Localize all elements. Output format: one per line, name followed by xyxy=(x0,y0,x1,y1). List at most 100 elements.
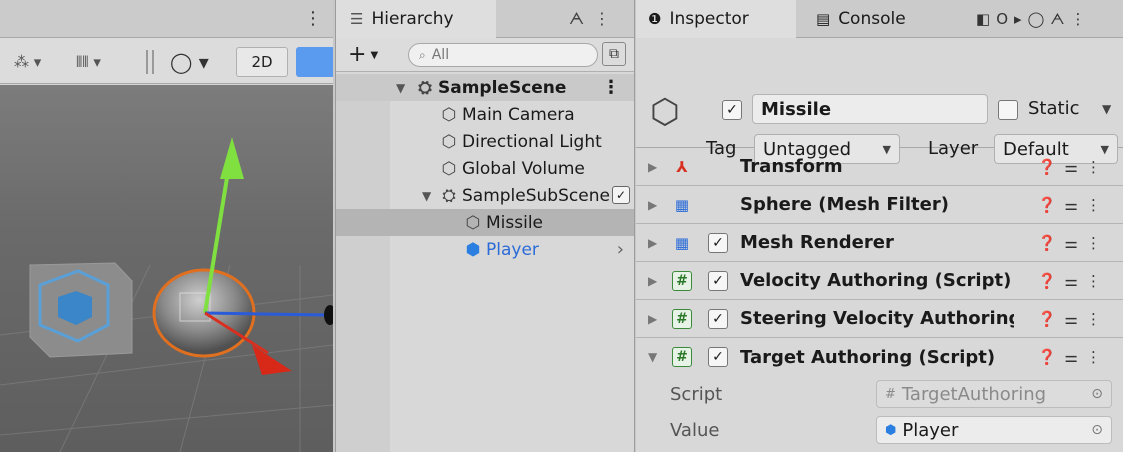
lock-icon[interactable]: ᗅ xyxy=(1050,10,1064,28)
inspector-tab-bar: ❶ Inspector ▤ Console ◧ O ▸ ◯ ᗅ ⋮ xyxy=(636,0,1123,38)
component-mesh-renderer[interactable]: ▶ ▦ ✓ Mesh Renderer ❓⚌⋮ xyxy=(636,224,1123,262)
hierarchy-item-main-camera[interactable]: ⬡ Main Camera xyxy=(336,101,634,128)
component-actions[interactable]: ❓⚌⋮ xyxy=(1038,158,1109,176)
hierarchy-item-missile[interactable]: ⬡ Missile xyxy=(336,209,634,236)
static-checkbox[interactable] xyxy=(998,100,1018,120)
scene-toolbar: ⁂ ▾ ⫴⫴ ▾ ◯ ▾ 2D xyxy=(0,38,333,84)
search-icon: ⌕ xyxy=(419,47,426,62)
unity-scene-icon: ⛭ xyxy=(418,77,432,98)
component-enabled-checkbox[interactable]: ✓ xyxy=(708,347,728,367)
target-object-field[interactable]: ⬢ Player ⊙ xyxy=(876,416,1112,444)
hierarchy-item-label: Main Camera xyxy=(462,104,575,125)
hierarchy-search-input[interactable]: ⌕ All xyxy=(408,43,598,67)
collapse-arrow-icon[interactable]: ▼ xyxy=(648,350,657,364)
component-name: Steering Velocity Authoring (Script) xyxy=(740,308,1014,329)
list-icon: ☰ xyxy=(350,10,364,28)
hierarchy-tab-label: Hierarchy xyxy=(371,9,454,29)
hierarchy-item-player[interactable]: ⬢ Player › xyxy=(336,236,634,263)
play-arrow-icon[interactable]: ▸ xyxy=(1014,10,1022,28)
property-label: Value xyxy=(670,419,720,441)
hierarchy-item-global-volume[interactable]: ⬡ Global Volume xyxy=(336,155,634,182)
gameobject-icon: ⬡ xyxy=(441,131,457,152)
component-enabled-checkbox[interactable]: ✓ xyxy=(708,271,728,291)
prefab-cube-icon: ⬢ xyxy=(885,422,897,438)
component-enabled-checkbox[interactable]: ✓ xyxy=(708,309,728,329)
component-list: ▶ ⅄ Transform ❓⚌⋮ ▶ ▦ Sphere (Mesh Filte… xyxy=(636,148,1123,448)
y-axis-arrow[interactable] xyxy=(220,137,244,179)
expand-arrow-icon[interactable]: ▶ xyxy=(648,236,657,250)
expand-arrow-icon[interactable]: ▶ xyxy=(648,160,657,174)
x-axis-handle[interactable] xyxy=(204,311,326,317)
scene-render xyxy=(0,137,333,452)
component-name: Transform xyxy=(740,156,843,177)
component-enabled-checkbox[interactable]: ✓ xyxy=(708,233,728,253)
tab-hierarchy[interactable]: ☰ Hierarchy xyxy=(336,0,496,38)
component-actions[interactable]: ❓⚌⋮ xyxy=(1038,272,1109,290)
create-button[interactable]: + ▼ xyxy=(348,42,378,67)
scene-lighting-button[interactable] xyxy=(296,47,333,77)
hierarchy-tab-bar: ☰ Hierarchy ᗅ⋮ xyxy=(336,0,634,38)
hierarchy-item-label: Missile xyxy=(486,212,544,233)
component-steering-velocity-authoring[interactable]: ▶ # ✓ Steering Velocity Authoring (Scrip… xyxy=(636,300,1123,338)
draw-mode-icon[interactable]: ⁂ ▾ xyxy=(14,51,41,73)
expand-arrow-icon[interactable]: ▶ xyxy=(648,274,657,288)
hierarchy-item-directional-light[interactable]: ⬡ Directional Light xyxy=(336,128,634,155)
tab-label: Inspector xyxy=(669,9,749,29)
component-actions[interactable]: ❓⚌⋮ xyxy=(1038,310,1109,328)
gameobject-icon: ⬡ xyxy=(465,212,481,233)
gizmo-circle-icon[interactable]: ◯ ▾ xyxy=(170,50,209,74)
hierarchy-item-label: Player xyxy=(486,239,539,260)
prefab-cube-icon: ⬢ xyxy=(465,239,481,260)
chevron-right-icon[interactable]: › xyxy=(617,239,624,260)
lock-icon[interactable]: ᗅ⋮ xyxy=(569,9,620,29)
mesh-grid-icon: ▦ xyxy=(674,195,690,214)
scene-view: ⋮ ⁂ ▾ ⫴⫴ ▾ ◯ ▾ 2D xyxy=(0,0,333,452)
inspector-panel: ❶ Inspector ▤ Console ◧ O ▸ ◯ ᗅ ⋮ ⬡ ✓ Mi… xyxy=(636,0,1123,452)
static-dropdown-icon[interactable]: ▼ xyxy=(1102,102,1111,116)
component-actions[interactable]: ❓⚌⋮ xyxy=(1038,196,1109,214)
scene-menu-icon[interactable]: ⋮ xyxy=(602,77,620,98)
static-label: Static xyxy=(1028,98,1080,119)
component-target-authoring[interactable]: ▼ # ✓ Target Authoring (Script) ❓⚌⋮ xyxy=(636,338,1123,376)
component-actions[interactable]: ❓⚌⋮ xyxy=(1038,348,1109,366)
active-checkbox[interactable]: ✓ xyxy=(722,100,742,120)
hierarchy-item-samplescene[interactable]: ▼ ⛭ SampleScene ⋮ xyxy=(336,74,634,101)
tab-console[interactable]: ▤ Console xyxy=(804,0,906,38)
hierarchy-toolbar: + ▼ ⌕ All ⧉ xyxy=(336,38,634,72)
toggle-2d-button[interactable]: 2D xyxy=(236,47,288,77)
expand-arrow-icon[interactable]: ▼ xyxy=(396,81,405,95)
search-filter-icon[interactable]: ⧉ xyxy=(602,42,626,66)
object-picker-icon[interactable]: ⊙ xyxy=(1091,422,1103,438)
subscene-icon: ⛭ xyxy=(442,185,456,206)
tab-other[interactable]: ◧ O ▸ ◯ ᗅ ⋮ xyxy=(964,0,1085,38)
tab-inspector[interactable]: ❶ Inspector xyxy=(636,0,796,38)
scene-menu-icon[interactable]: ⋮ xyxy=(304,8,322,29)
property-value: Value ⬢ Player ⊙ xyxy=(636,412,1123,448)
z-axis-cone[interactable] xyxy=(252,345,292,375)
expand-arrow-icon[interactable]: ▶ xyxy=(648,312,657,326)
hierarchy-item-label: SampleSubScene xyxy=(462,185,610,206)
subscene-enabled-checkbox[interactable]: ✓ xyxy=(612,186,630,204)
tab-label: Console xyxy=(838,9,906,29)
property-script: Script # TargetAuthoring ⊙ xyxy=(636,376,1123,412)
circle-icon[interactable]: ◯ xyxy=(1028,10,1045,28)
object-name-field[interactable]: Missile xyxy=(752,94,988,124)
object-picker-icon: ⊙ xyxy=(1091,386,1103,402)
scene-viewport[interactable] xyxy=(0,85,333,452)
component-name: Velocity Authoring (Script) xyxy=(740,270,1012,291)
grid-snap-icon[interactable]: ⫴⫴ ▾ xyxy=(76,51,101,73)
component-transform[interactable]: ▶ ⅄ Transform ❓⚌⋮ xyxy=(636,148,1123,186)
component-mesh-filter[interactable]: ▶ ▦ Sphere (Mesh Filter) ❓⚌⋮ xyxy=(636,186,1123,224)
component-actions[interactable]: ❓⚌⋮ xyxy=(1038,234,1109,252)
expand-arrow-icon[interactable]: ▼ xyxy=(422,189,431,203)
hierarchy-item-samplesubscene[interactable]: ▼ ⛭ SampleSubScene ✓ xyxy=(336,182,634,209)
hierarchy-panel: ☰ Hierarchy ᗅ⋮ + ▼ ⌕ All ⧉ ▼ ⛭ SampleScen… xyxy=(335,0,635,452)
script-hash-icon: # xyxy=(672,347,692,367)
expand-arrow-icon[interactable]: ▶ xyxy=(648,198,657,212)
component-velocity-authoring[interactable]: ▶ # ✓ Velocity Authoring (Script) ❓⚌⋮ xyxy=(636,262,1123,300)
menu-icon[interactable]: ⋮ xyxy=(1070,10,1085,28)
toolbar-divider xyxy=(146,50,148,74)
scene-tab-bar: ⋮ xyxy=(0,0,333,38)
property-value: Player xyxy=(902,419,959,441)
toolbar-divider xyxy=(152,50,154,74)
